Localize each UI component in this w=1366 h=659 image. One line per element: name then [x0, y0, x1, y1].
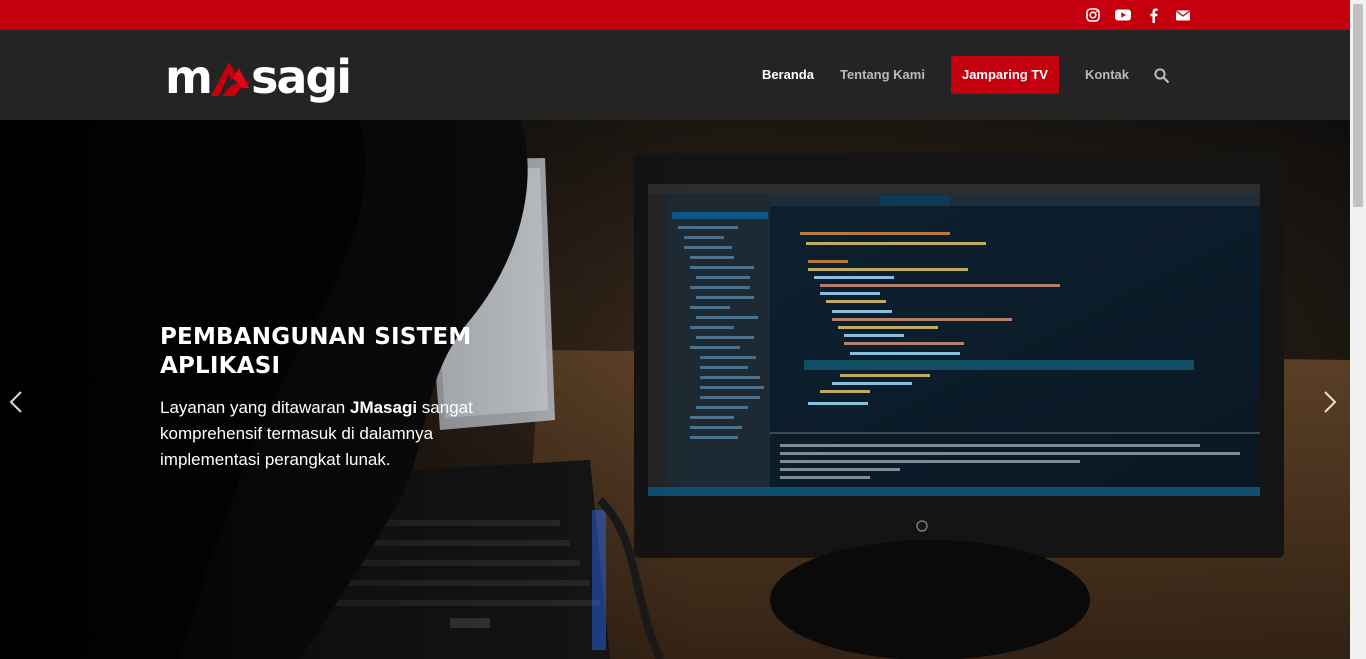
nav-item-tentang-kami[interactable]: Tentang Kami [827, 56, 938, 94]
logo[interactable]: m sagi [165, 50, 352, 104]
slider-prev-arrow-icon[interactable] [6, 388, 26, 416]
main-header: m sagi Beranda Tentang Kami Jamparing TV… [0, 30, 1350, 120]
main-nav: Beranda Tentang Kami Jamparing TV Kontak [749, 56, 1180, 94]
instagram-icon[interactable] [1084, 7, 1102, 23]
logo-text-left: m [165, 50, 213, 104]
scrollbar-thumb[interactable] [1353, 4, 1363, 207]
mail-icon[interactable] [1174, 7, 1192, 23]
nav-item-beranda[interactable]: Beranda [749, 56, 827, 94]
hero-title: PEMBANGUNAN SISTEM APLIKASI [160, 324, 472, 379]
youtube-icon[interactable] [1114, 7, 1132, 23]
page-scrollbar[interactable] [1350, 0, 1366, 659]
hero-description: Layanan yang ditawaran JMasagi sangat ko… [160, 395, 490, 473]
hero-slider: PEMBANGUNAN SISTEM APLIKASI Layanan yang… [0, 120, 1350, 659]
logo-mark-icon [209, 58, 253, 98]
search-icon[interactable] [1142, 56, 1180, 94]
nav-item-jamparing-tv[interactable]: Jamparing TV [950, 56, 1059, 94]
slider-next-arrow-icon[interactable] [1320, 388, 1340, 416]
social-links [1084, 7, 1192, 23]
hero-text-prefix: Layanan yang ditawaran [160, 398, 350, 417]
nav-item-kontak[interactable]: Kontak [1072, 56, 1142, 94]
facebook-icon[interactable] [1144, 7, 1162, 23]
logo-text-right: sagi [250, 50, 352, 104]
hero-text-brand: JMasagi [349, 398, 418, 417]
hero-background-image [0, 120, 1350, 659]
top-bar [0, 0, 1350, 30]
